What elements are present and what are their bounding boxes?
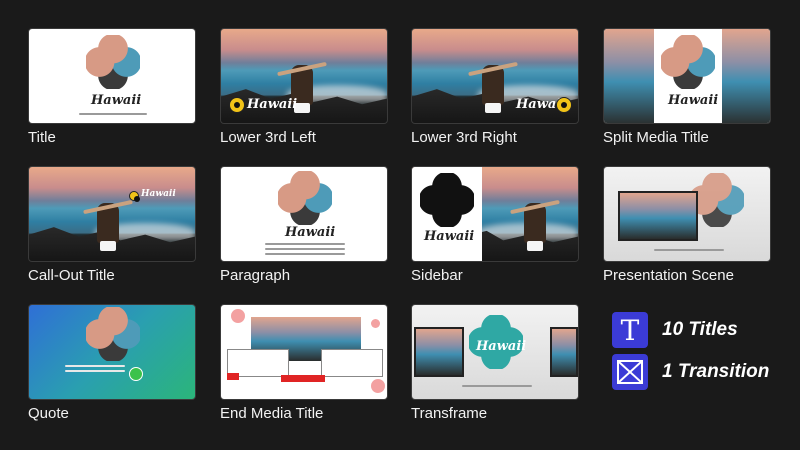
caption-line (462, 385, 532, 387)
tile-label: Transframe (411, 405, 488, 422)
tile-label: End Media Title (220, 405, 324, 422)
petal-decoration (371, 379, 385, 393)
tile-call-out-title[interactable]: Hawaii Call-Out Title (28, 166, 196, 284)
transition-count-label: 1 Transition (662, 361, 770, 382)
thumbnail-lower-3rd-left[interactable]: Hawaii (220, 28, 388, 124)
tile-title[interactable]: Hawaii Title (28, 28, 196, 146)
figure (524, 203, 546, 251)
flower-photo-mask (278, 171, 332, 225)
figure (97, 203, 119, 251)
tile-label: Paragraph (220, 267, 291, 284)
flower-shape-icon (420, 173, 474, 227)
tile-lower-3rd-right[interactable]: Hawaii Lower 3rd Right (411, 28, 579, 146)
thumbnail-call-out-title[interactable]: Hawaii (28, 166, 196, 262)
flower-photo-mask (86, 35, 140, 89)
bowtie-transition-icon-svg (617, 360, 643, 384)
tile-label: Call-Out Title (28, 267, 115, 284)
caption-line (654, 249, 724, 251)
paragraph-line (265, 243, 345, 245)
petal-decoration (231, 309, 245, 323)
red-accent (227, 373, 239, 380)
quote-line (65, 365, 125, 367)
script-title: Hawaii (668, 93, 719, 108)
paragraph-line (265, 248, 345, 250)
flower-photo-mask (86, 307, 140, 361)
paragraph-line (265, 253, 345, 255)
thumbnail-transframe[interactable]: Hawaii (411, 304, 579, 400)
quote-mark-icon (129, 367, 143, 381)
script-title: Hawaii (424, 229, 475, 244)
script-title: Hawaii (476, 339, 527, 354)
flower-badge-icon (556, 97, 572, 113)
script-title: Hawaii (91, 93, 142, 108)
transition-count-row: 1 Transition (612, 354, 769, 390)
thumbnail-paragraph[interactable]: Hawaii (220, 166, 388, 262)
titles-count-row: T 10 Titles (612, 312, 738, 348)
tile-label: Lower 3rd Left (220, 129, 316, 146)
template-grid: Hawaii Title Hawaii Lower 3rd Left Hawai… (0, 0, 800, 450)
tile-label: Split Media Title (603, 129, 709, 146)
tile-label: Presentation Scene (603, 267, 734, 284)
right-photo (722, 29, 770, 123)
thumbnail-title[interactable]: Hawaii (28, 28, 196, 124)
red-title-bar (281, 375, 325, 382)
tile-end-media-title[interactable]: End Media Title (220, 304, 388, 422)
tile-label: Title (28, 129, 56, 146)
thumbnail-quote[interactable] (28, 304, 196, 400)
quote-line (65, 370, 125, 372)
media-text-block (321, 349, 383, 377)
subtitle-line (79, 113, 147, 115)
tile-lower-3rd-left[interactable]: Hawaii Lower 3rd Left (220, 28, 388, 146)
callout-text: Hawaii (141, 189, 176, 199)
bowtie-transition-icon (612, 354, 648, 390)
presentation-screen (618, 191, 698, 241)
flower-badge-icon (229, 97, 245, 113)
flower-photo-mask (690, 173, 744, 227)
petal-decoration (371, 319, 380, 328)
thumbnail-presentation-scene[interactable] (603, 166, 771, 262)
tile-label: Lower 3rd Right (411, 129, 517, 146)
tile-sidebar[interactable]: Hawaii Sidebar (411, 166, 579, 284)
tile-presentation-scene[interactable]: Presentation Scene (603, 166, 771, 284)
thumbnail-split-media-title[interactable]: Hawaii (603, 28, 771, 124)
right-frame-photo (550, 327, 578, 377)
tile-transframe[interactable]: Hawaii Transframe (411, 304, 579, 422)
titles-icon: T (612, 312, 648, 348)
left-photo (604, 29, 654, 123)
tile-paragraph[interactable]: Hawaii Paragraph (220, 166, 388, 284)
script-title: Hawaii (247, 97, 298, 112)
tile-quote[interactable]: Quote (28, 304, 196, 422)
thumbnail-end-media-title[interactable] (220, 304, 388, 400)
callout-dot-icon (129, 191, 140, 202)
tile-label: Quote (28, 405, 69, 422)
thumbnail-sidebar[interactable]: Hawaii (411, 166, 579, 262)
tile-label: Sidebar (411, 267, 463, 284)
titles-count-label: 10 Titles (662, 319, 738, 340)
flower-photo-mask (661, 35, 715, 89)
script-title: Hawaii (285, 225, 336, 240)
tile-split-media-title[interactable]: Hawaii Split Media Title (603, 28, 771, 146)
figure (482, 65, 504, 113)
left-frame-photo (414, 327, 464, 377)
titles-icon-glyph: T (620, 313, 640, 347)
thumbnail-lower-3rd-right[interactable]: Hawaii (411, 28, 579, 124)
